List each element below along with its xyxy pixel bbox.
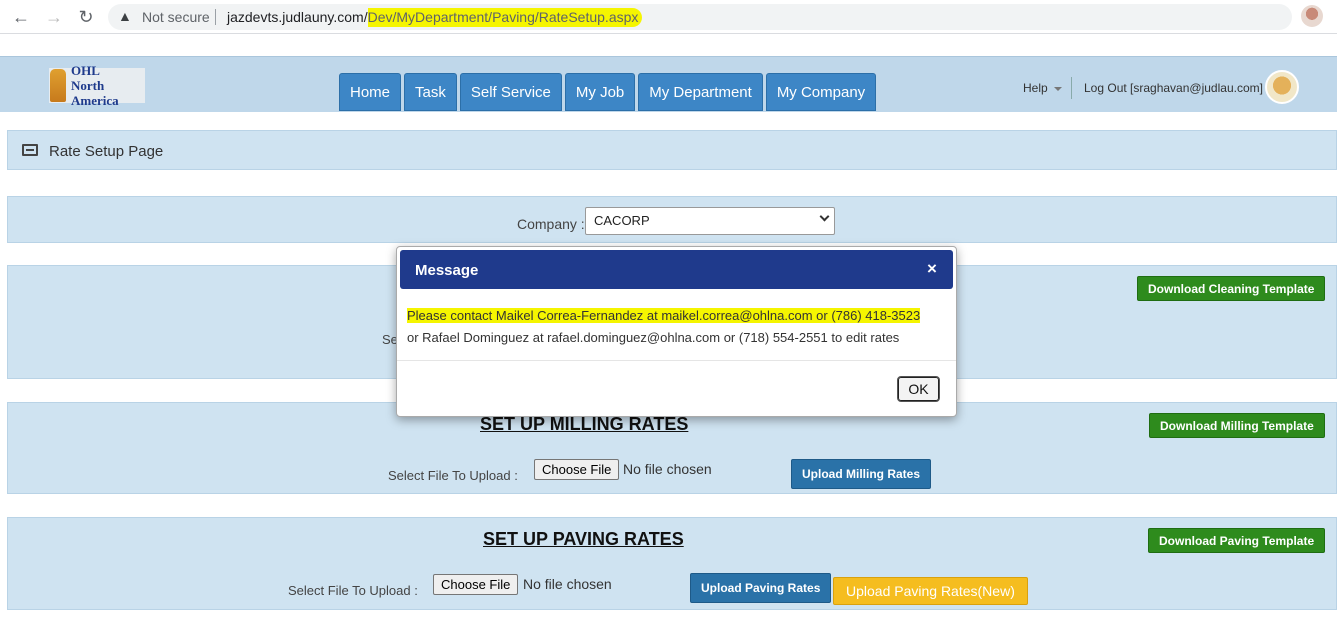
paving-panel: SET UP PAVING RATES Download Paving Temp… [7,517,1337,610]
company-select-value: CACORP [594,213,650,228]
download-paving-template-button[interactable]: Download Paving Template [1148,528,1326,553]
dialog-message: Please contact Maikel Correa-Fernandez a… [407,305,947,349]
company-panel: Company : CACORP [7,196,1337,243]
dialog-message-line1: Please contact Maikel Correa-Fernandez a… [407,308,921,323]
page-title-bar: Rate Setup Page [7,130,1337,170]
logo-text-line2: North America [70,78,119,108]
url-path: Dev/MyDepartment/Paving/RateSetup.aspx [367,8,643,27]
app-header: OHL North America Home Task Self Service… [0,56,1337,112]
logo-figure-icon [50,69,66,102]
milling-choose-file-button[interactable]: Choose File [534,459,620,480]
dialog-message-line2: or Rafael Dominguez at rafael.dominguez@… [407,330,900,345]
menu-item-my-company[interactable]: My Company [765,73,877,111]
logo-text-line1: OHL [70,63,100,78]
company-label: Company : [517,216,585,232]
url-host: jazdevts.judlauny.com/ [227,9,368,25]
paving-section-title: SET UP PAVING RATES [483,529,684,549]
menu-item-self-service[interactable]: Self Service [459,73,562,111]
page-title: Rate Setup Page [49,143,164,160]
milling-file-label: Select File To Upload : [388,468,518,483]
close-icon[interactable]: × [927,259,937,279]
upload-paving-rates-button[interactable]: Upload Paving Rates [690,573,832,603]
address-divider [215,9,216,25]
ok-button[interactable]: OK [897,376,940,402]
chevron-down-icon [819,211,830,222]
reload-icon[interactable]: ↻ [73,4,99,30]
menu-item-my-department[interactable]: My Department [638,73,763,111]
paving-no-file-text: No file chosen [523,576,612,592]
download-milling-template-button[interactable]: Download Milling Template [1149,413,1325,438]
paving-choose-file-button[interactable]: Choose File [433,574,519,595]
dialog-title: Message [415,262,479,279]
address-bar[interactable]: ▲ Not secure jazdevts.judlauny.com/Dev/M… [108,4,1292,30]
url-text[interactable]: jazdevts.judlauny.com/Dev/MyDepartment/P… [227,8,643,27]
logo-text: OHL North America [71,63,145,108]
warning-icon[interactable]: ▲ [118,8,132,24]
help-label: Help [1023,81,1048,95]
main-menu: Home Task Self Service My Job My Departm… [339,73,877,111]
security-label[interactable]: Not secure [142,9,210,25]
menu-item-home[interactable]: Home [339,73,402,111]
help-menu[interactable]: Help [1023,81,1062,95]
dialog-header: Message × [400,250,953,289]
milling-section-title: SET UP MILLING RATES [480,414,689,434]
dialog-divider [397,360,956,361]
profile-avatar[interactable] [1301,5,1323,27]
arrow-left-icon[interactable]: ← [8,4,34,30]
list-icon [22,144,38,156]
logout-link[interactable]: Log Out [sraghavan@judlau.com] [1084,81,1263,95]
header-divider [1071,77,1072,99]
paving-file-label: Select File To Upload : [288,583,418,598]
upload-paving-rates-new-button[interactable]: Upload Paving Rates(New) [833,577,1028,605]
upload-milling-rates-button[interactable]: Upload Milling Rates [791,459,932,489]
download-cleaning-template-button[interactable]: Download Cleaning Template [1137,276,1326,301]
company-select[interactable]: CACORP [585,207,835,235]
menu-item-my-job[interactable]: My Job [564,73,636,111]
menu-item-task[interactable]: Task [404,73,457,111]
milling-no-file-text: No file chosen [623,461,712,477]
user-avatar[interactable] [1265,70,1299,104]
message-dialog: Message × Please contact Maikel Correa-F… [396,246,957,417]
company-logo[interactable]: OHL North America [49,63,145,108]
arrow-right-icon[interactable]: → [41,4,67,30]
caret-down-icon [1053,86,1062,91]
browser-toolbar: ← → ↻ ▲ Not secure jazdevts.judlauny.com… [0,0,1337,34]
